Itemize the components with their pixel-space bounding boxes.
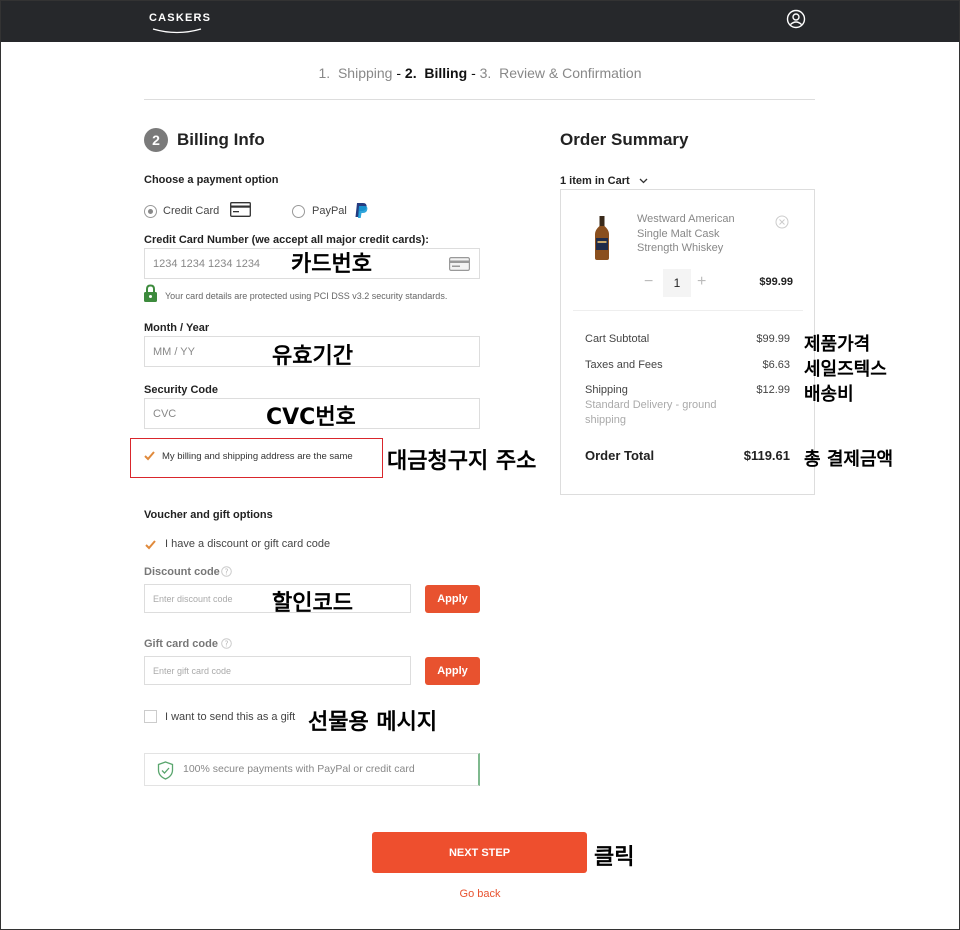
caskers-logo[interactable]: CASKERS: [149, 12, 211, 24]
apply-discount-button[interactable]: Apply: [425, 585, 480, 613]
secure-note: 100% secure payments with PayPal or cred…: [183, 763, 415, 775]
summary-divider: [573, 310, 803, 311]
order-summary-title: Order Summary: [560, 130, 689, 149]
next-step-button[interactable]: NEXT STEP: [372, 832, 587, 873]
item-price: $99.99: [759, 276, 793, 288]
remove-item-icon[interactable]: [775, 215, 789, 229]
discount-code-label: Discount code: [144, 566, 220, 578]
product-name[interactable]: Westward American Single Malt Cask Stren…: [637, 212, 757, 256]
credit-card-label[interactable]: Credit Card: [163, 205, 219, 217]
svg-text:?: ?: [225, 639, 229, 648]
gift-card-input[interactable]: [144, 656, 411, 685]
quantity-decrease-button[interactable]: −: [644, 273, 653, 291]
paypal-icon: [355, 203, 368, 218]
subtotal-value: $99.99: [756, 333, 790, 345]
security-note: Your card details are protected using PC…: [165, 291, 448, 301]
paypal-label[interactable]: PayPal: [312, 205, 347, 217]
taxes-value: $6.63: [762, 359, 790, 371]
annotation-billing-address: 대금청구지 주소: [387, 449, 537, 474]
card-number-label: Credit Card Number (we accept all major …: [144, 234, 429, 246]
security-code-label: Security Code: [144, 384, 218, 396]
order-total-label: Order Total: [585, 448, 655, 463]
credit-card-icon: [230, 202, 251, 217]
user-circle-icon[interactable]: [786, 9, 806, 29]
annotation-click: 클릭: [594, 845, 635, 870]
gift-message-checkbox[interactable]: [144, 710, 157, 723]
annotation-discount-code: 할인코드: [272, 591, 353, 616]
svg-text:?: ?: [225, 567, 229, 576]
apply-gift-card-button[interactable]: Apply: [425, 657, 480, 685]
same-address-checkbox[interactable]: [143, 449, 156, 462]
discount-checkbox-label[interactable]: I have a discount or gift card code: [165, 538, 330, 550]
annotation-expiry: 유효기간: [272, 344, 353, 369]
annotation-product-price: 제품가격: [804, 334, 871, 355]
paypal-radio[interactable]: [292, 205, 305, 218]
shipping-value: $12.99: [756, 384, 790, 396]
help-icon[interactable]: ?: [221, 566, 232, 577]
shipping-method: Standard Delivery - ground shipping: [585, 399, 717, 426]
step-shipping[interactable]: 1. Shipping: [319, 65, 393, 81]
chevron-down-icon: [639, 178, 648, 184]
logo-swoosh-icon: [152, 28, 202, 34]
cart-count-toggle[interactable]: 1 item in Cart: [560, 175, 648, 187]
annotation-gift-message: 선물용 메시지: [308, 710, 438, 735]
go-back-link[interactable]: Go back: [1, 888, 959, 900]
subtotal-label: Cart Subtotal: [585, 333, 650, 345]
billing-title: Billing Info: [177, 130, 265, 149]
same-address-label[interactable]: My billing and shipping address are the …: [162, 451, 353, 462]
annotation-cvc: CVC번호: [266, 405, 356, 430]
annotation-total-payment: 총 결제금액: [804, 449, 894, 470]
voucher-title: Voucher and gift options: [144, 509, 273, 521]
discount-checkbox[interactable]: [144, 538, 157, 551]
order-total-value: $119.61: [743, 448, 790, 463]
step-review: 3. Review & Confirmation: [479, 65, 642, 81]
taxes-label: Taxes and Fees: [585, 359, 663, 371]
steps-divider: [144, 99, 815, 100]
whiskey-bottle-image: [595, 216, 609, 260]
shield-check-icon: [157, 761, 174, 780]
credit-card-radio[interactable]: [144, 205, 157, 218]
gift-card-label: Gift card code: [144, 638, 218, 650]
top-bar: CASKERS: [1, 1, 959, 42]
card-input-icon: [449, 257, 470, 271]
annotation-shipping-fee: 배송비: [804, 384, 854, 405]
annotation-sales-tax: 세일즈텍스: [804, 359, 887, 380]
payment-option-label: Choose a payment option: [144, 174, 279, 186]
section-number-badge: 2: [144, 128, 168, 152]
lock-icon: [144, 284, 157, 302]
month-year-label: Month / Year: [144, 322, 210, 334]
checkout-steps: 1. Shipping - 2. Billing - 3. Review & C…: [318, 65, 642, 81]
annotation-card-number: 카드번호: [291, 252, 372, 277]
gift-message-label[interactable]: I want to send this as a gift: [165, 711, 295, 723]
help-icon[interactable]: ?: [221, 638, 232, 649]
step-billing: 2. Billing: [404, 65, 468, 81]
shipping-label: Shipping: [585, 384, 628, 396]
quantity-value[interactable]: 1: [663, 269, 691, 297]
secure-payments-box: 100% secure payments with PayPal or cred…: [144, 753, 480, 786]
